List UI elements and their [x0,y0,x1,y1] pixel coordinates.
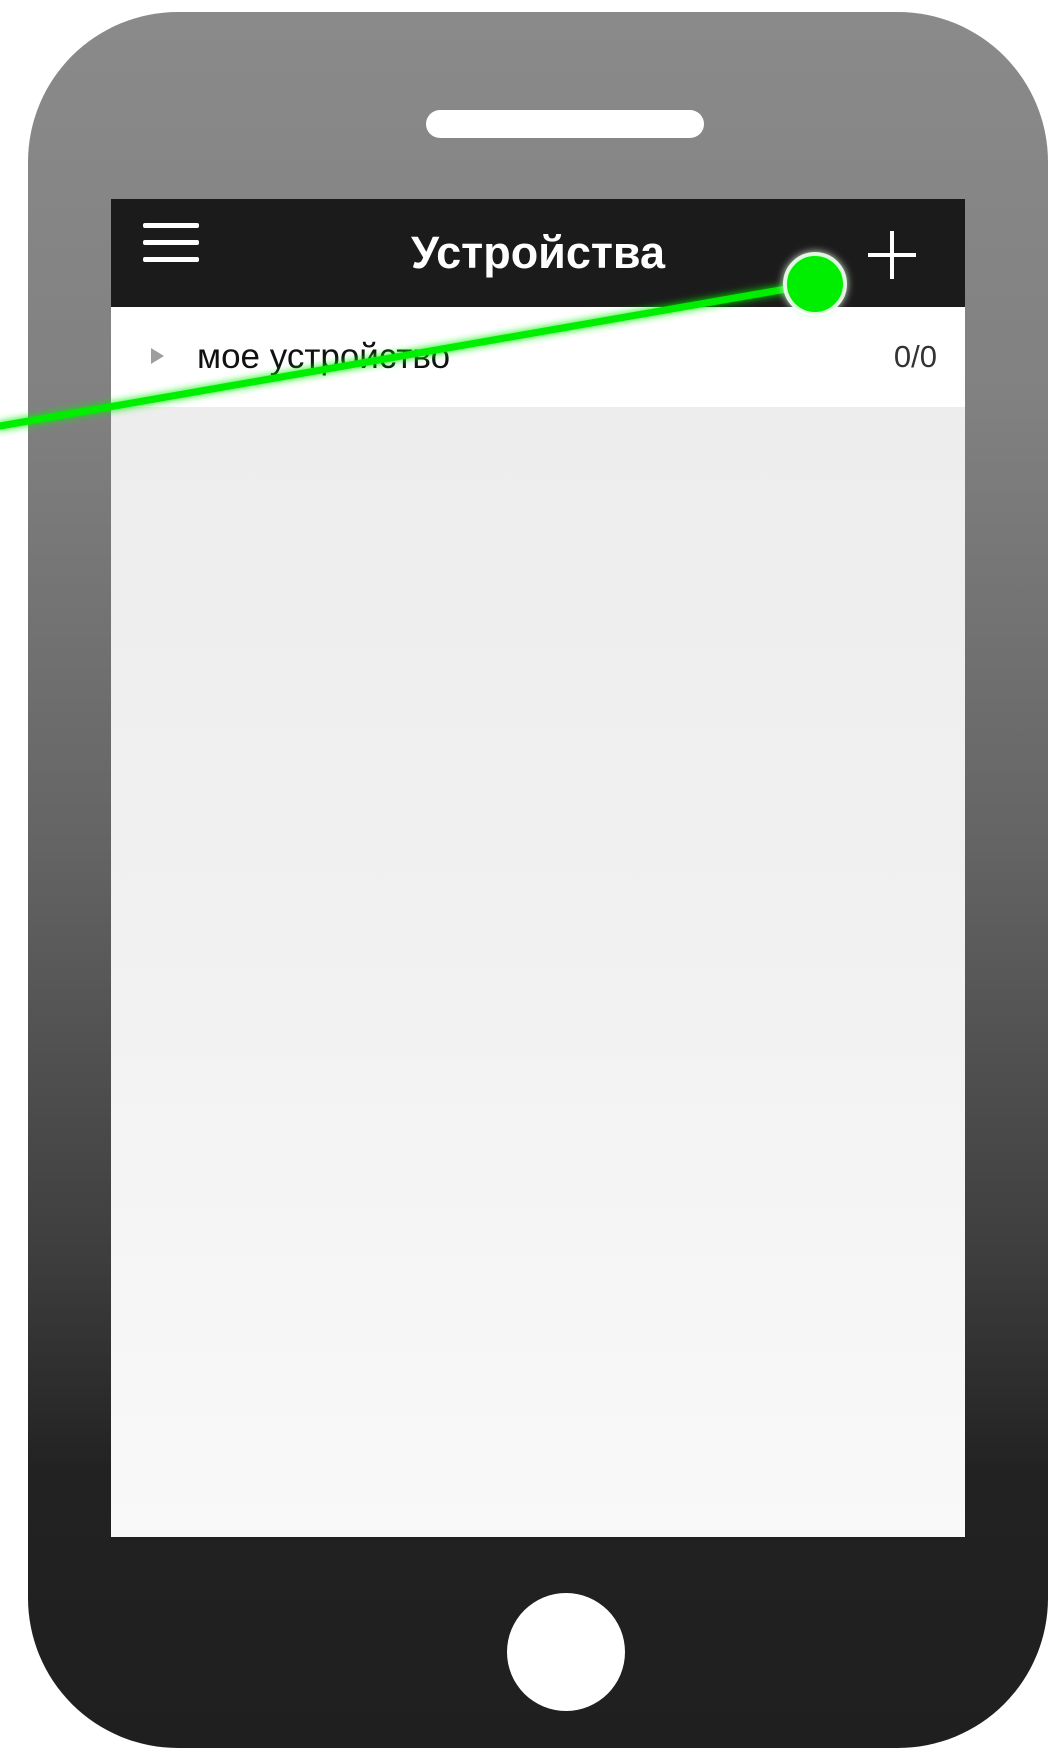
page-title: Устройства [410,227,666,278]
phone-speaker [426,110,704,138]
device-list-item[interactable]: мое устройство 0/0 [111,307,965,407]
app-bar: Устройства [111,199,965,307]
tutorial-illustration: Устройства мое устройство 0/0 [0,0,1060,1752]
device-count: 0/0 [893,339,937,374]
phone-screen: Устройства мое устройство 0/0 [111,199,965,1537]
device-name: мое устройство [197,337,451,376]
plus-icon [868,231,916,279]
expand-triangle-icon [151,348,164,364]
add-device-button[interactable] [860,223,924,287]
home-button[interactable] [507,1593,625,1711]
